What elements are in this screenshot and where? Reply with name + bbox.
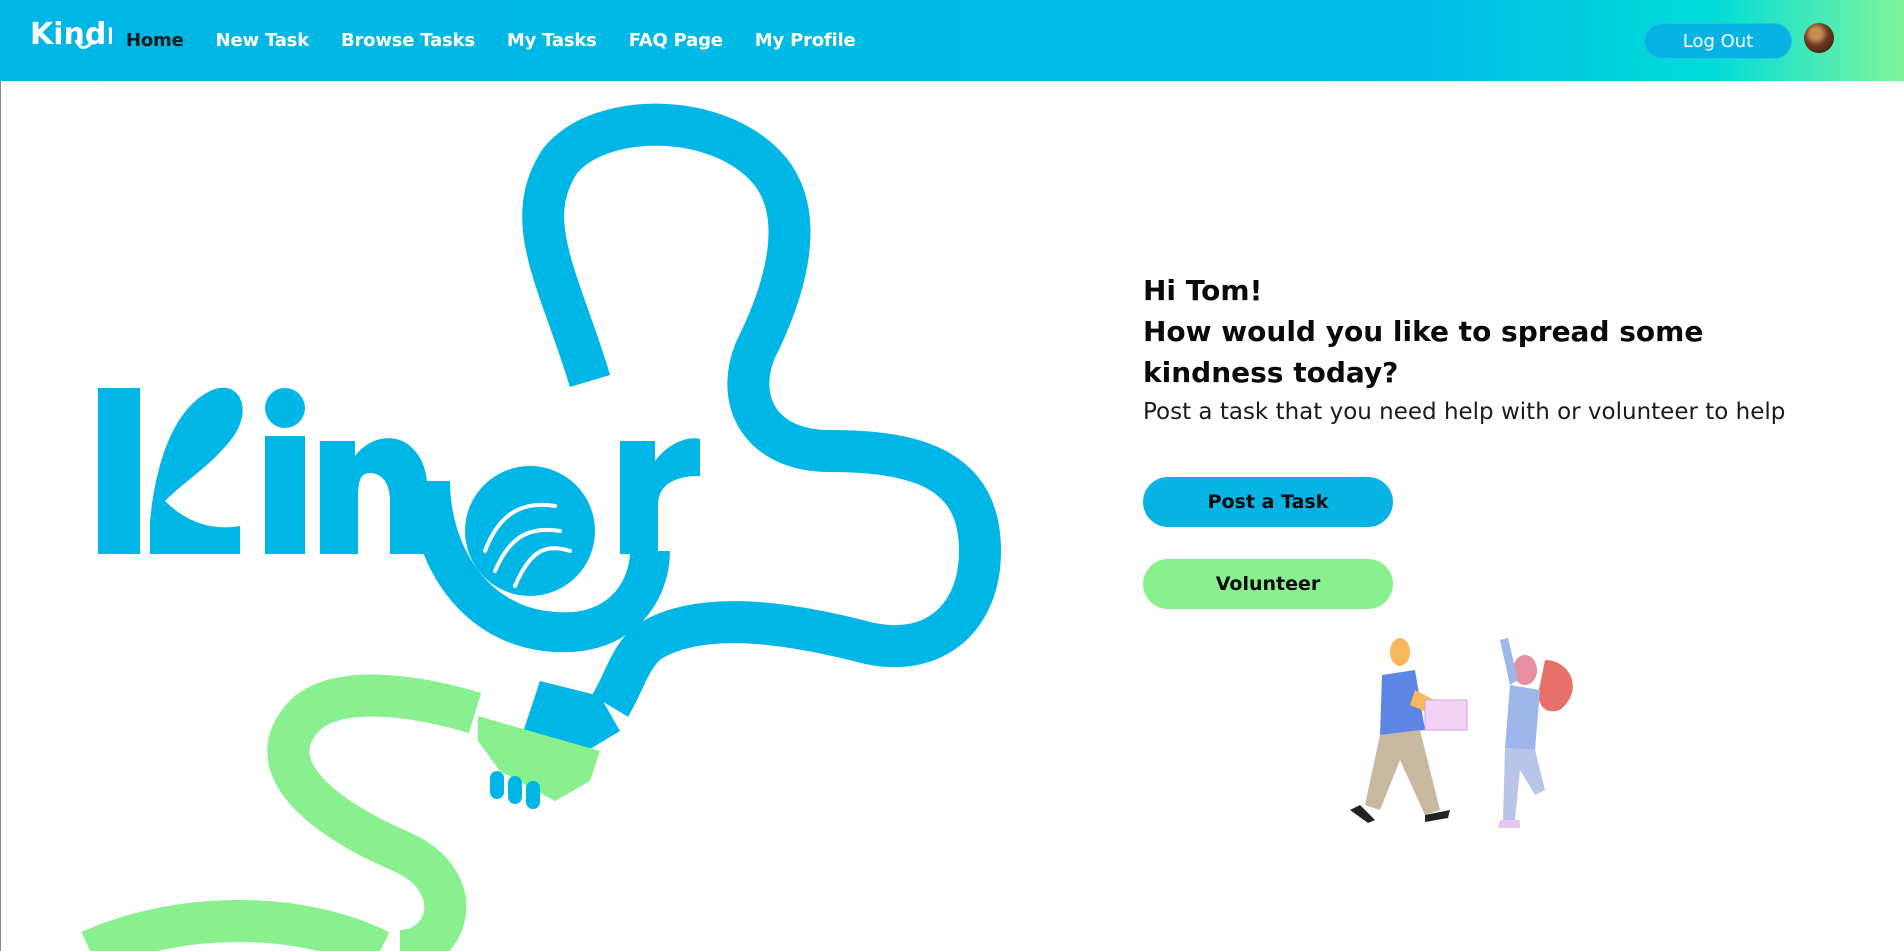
- nav-browse-tasks[interactable]: Browse Tasks: [341, 30, 475, 51]
- kindness-question: How would you like to spread some kindne…: [1143, 315, 1704, 389]
- logo-text: Kindr: [30, 17, 112, 52]
- post-task-button[interactable]: Post a Task: [1143, 477, 1393, 527]
- user-avatar-icon[interactable]: [1804, 23, 1834, 53]
- people-exchange-illustration: [1350, 638, 1573, 828]
- welcome-section: Hi Tom! How would you like to spread som…: [1143, 270, 1863, 429]
- nav-faq-page[interactable]: FAQ Page: [629, 30, 723, 51]
- volunteer-button[interactable]: Volunteer: [1143, 559, 1393, 609]
- welcome-subtext: Post a task that you need help with or v…: [1143, 399, 1786, 425]
- main-nav: Home New Task Browse Tasks My Tasks FAQ …: [126, 0, 888, 81]
- nav-new-task[interactable]: New Task: [216, 30, 310, 51]
- logout-button[interactable]: Log Out: [1644, 23, 1792, 59]
- greeting-heading: Hi Tom!: [1143, 274, 1263, 307]
- nav-my-profile[interactable]: My Profile: [755, 30, 856, 51]
- kindr-hero-illustration: [81, 103, 1002, 951]
- kindr-logo-icon[interactable]: Kindr: [30, 14, 112, 60]
- green-ribbon-shape: [81, 674, 482, 951]
- nav-my-tasks[interactable]: My Tasks: [507, 30, 597, 51]
- top-navbar: Kindr Home New Task Browse Tasks My Task…: [0, 0, 1904, 81]
- nav-home[interactable]: Home: [126, 30, 184, 51]
